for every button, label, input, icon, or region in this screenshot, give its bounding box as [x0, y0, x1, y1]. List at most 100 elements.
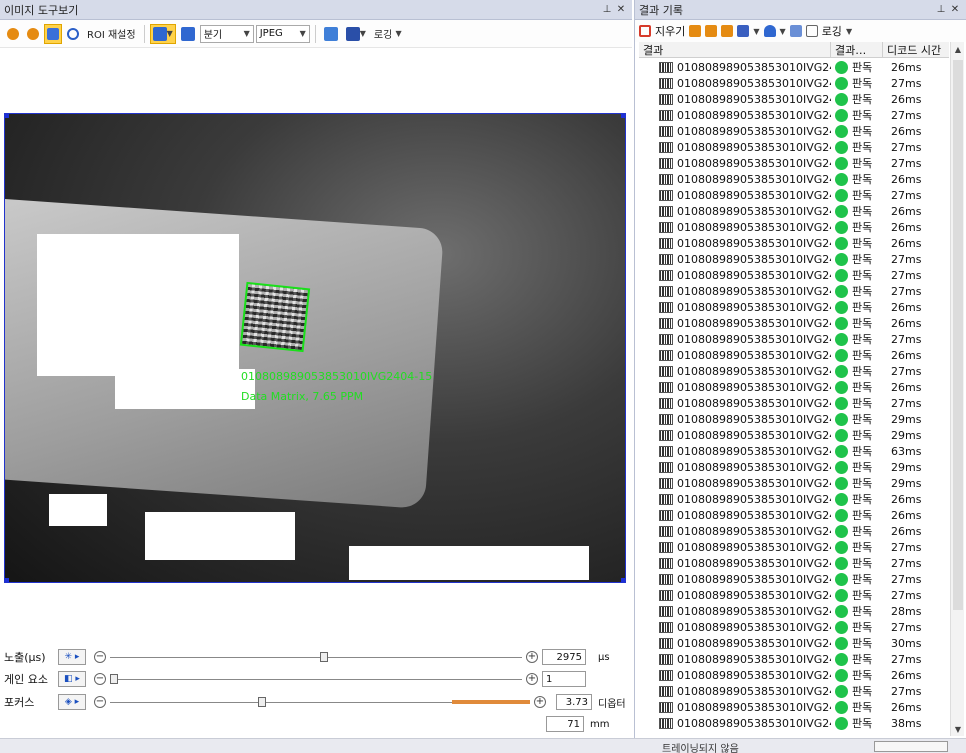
copy-icon[interactable]: [721, 25, 734, 37]
table-row[interactable]: 010808989053853010IVG24… 판독 38ms: [639, 715, 949, 731]
table-row[interactable]: 010808989053853010IVG24… 판독 27ms: [639, 619, 949, 635]
table-row[interactable]: 010808989053853010IVG24… 판독 27ms: [639, 283, 949, 299]
gain-auto-button[interactable]: ◧ ▸: [58, 671, 86, 687]
log-icon[interactable]: [805, 25, 818, 37]
slider-thumb[interactable]: [110, 674, 118, 684]
table-row[interactable]: 010808989053853010IVG24… 판독 26ms: [639, 219, 949, 235]
roi-handle[interactable]: [621, 578, 625, 582]
roi-handle[interactable]: [5, 114, 9, 118]
close-icon[interactable]: ✕: [614, 4, 628, 15]
exposure-slider[interactable]: [110, 651, 522, 663]
table-row[interactable]: 010808989053853010IVG24… 판독 30ms: [639, 635, 949, 651]
slider-thumb[interactable]: [320, 652, 329, 662]
focus-auto-button[interactable]: ◈ ▸: [58, 694, 86, 710]
column-header-decode-time[interactable]: 디코드 시간: [883, 42, 949, 57]
slider-thumb[interactable]: [258, 697, 267, 707]
table-row[interactable]: 010808989053853010IVG24… 판독 27ms: [639, 267, 949, 283]
table-row[interactable]: 010808989053853010IVG24… 판독 26ms: [639, 315, 949, 331]
table-row[interactable]: 010808989053853010IVG24… 판독 26ms: [639, 507, 949, 523]
table-row[interactable]: 010808989053853010IVG24… 판독 26ms: [639, 123, 949, 139]
copy-image-button[interactable]: [321, 24, 341, 44]
pin-icon[interactable]: ⊥: [600, 4, 614, 15]
split-select[interactable]: 분기 ▼: [199, 24, 254, 43]
table-row[interactable]: 010808989053853010IVG24… 판독 26ms: [639, 491, 949, 507]
increase-icon[interactable]: +: [534, 696, 546, 708]
table-row[interactable]: 010808989053853010IVG24… 판독 27ms: [639, 331, 949, 347]
camera-image-view[interactable]: 010808989053853010IVG2404-15 Data Matrix…: [4, 113, 626, 583]
image-mode-button[interactable]: ▼: [149, 23, 176, 44]
focus-slider[interactable]: [110, 696, 530, 708]
table-row[interactable]: 010808989053853010IVG24… 판독 26ms: [639, 379, 949, 395]
logging-button[interactable]: 로깅 ▼: [371, 24, 405, 44]
exposure-auto-button[interactable]: ✳ ▸: [58, 649, 86, 665]
focus-distance-field[interactable]: 71: [546, 716, 584, 732]
mute-icon[interactable]: [789, 25, 802, 37]
table-row[interactable]: 010808989053853010IVG24… 판독 27ms: [639, 363, 949, 379]
table-row[interactable]: 010808989053853010IVG24… 판독 26ms: [639, 667, 949, 683]
table-row[interactable]: 010808989053853010IVG24… 판독 26ms: [639, 203, 949, 219]
table-row[interactable]: 010808989053853010IVG24… 판독 26ms: [639, 699, 949, 715]
decrease-icon[interactable]: −: [94, 651, 106, 663]
table-row[interactable]: 010808989053853010IVG24… 판독 29ms: [639, 475, 949, 491]
table-row[interactable]: 010808989053853010IVG24… 판독 63ms: [639, 443, 949, 459]
table-row[interactable]: 010808989053853010IVG24… 판독 28ms: [639, 603, 949, 619]
table-row[interactable]: 010808989053853010IVG24… 판독 27ms: [639, 571, 949, 587]
table-row[interactable]: 010808989053853010IVG24… 판독 27ms: [639, 187, 949, 203]
increase-icon[interactable]: +: [526, 673, 538, 685]
exposure-value-field[interactable]: 2975: [542, 649, 586, 665]
pan-button[interactable]: [44, 23, 62, 44]
table-row[interactable]: 010808989053853010IVG24… 판독 27ms: [639, 75, 949, 91]
pause-icon[interactable]: [689, 25, 702, 37]
table-row[interactable]: 010808989053853010IVG24… 판독 27ms: [639, 395, 949, 411]
document-icon[interactable]: [705, 25, 718, 37]
save-image-button[interactable]: ▼: [343, 24, 369, 44]
table-row[interactable]: 010808989053853010IVG24… 판독 27ms: [639, 251, 949, 267]
close-icon[interactable]: ✕: [948, 4, 962, 15]
table-row[interactable]: 010808989053853010IVG24… 판독 29ms: [639, 411, 949, 427]
decrease-icon[interactable]: −: [94, 696, 106, 708]
table-row[interactable]: 010808989053853010IVG24… 판독 26ms: [639, 171, 949, 187]
table-row[interactable]: 010808989053853010IVG24… 판독 29ms: [639, 459, 949, 475]
focus-diopter-field[interactable]: 3.73: [556, 694, 592, 710]
column-header-result[interactable]: 결과: [639, 42, 831, 57]
scroll-down-icon[interactable]: ▼: [951, 722, 965, 736]
format-select[interactable]: JPEG ▼: [255, 24, 310, 43]
table-row[interactable]: 010808989053853010IVG24… 판독 27ms: [639, 139, 949, 155]
gain-value-field[interactable]: 1: [542, 671, 586, 687]
table-row[interactable]: 010808989053853010IVG24… 판독 26ms: [639, 59, 949, 75]
roi-reset-button[interactable]: ROI 재설정: [84, 24, 139, 44]
table-row[interactable]: 010808989053853010IVG24… 판독 27ms: [639, 539, 949, 555]
decrease-icon[interactable]: −: [94, 673, 106, 685]
logging-button[interactable]: 로깅: [822, 23, 842, 39]
table-row[interactable]: 010808989053853010IVG24… 판독 26ms: [639, 299, 949, 315]
table-row[interactable]: 010808989053853010IVG24… 판독 27ms: [639, 683, 949, 699]
scroll-up-icon[interactable]: ▲: [951, 42, 965, 56]
chevron-down-icon[interactable]: ▼: [780, 27, 786, 36]
table-row[interactable]: 010808989053853010IVG24… 판독 27ms: [639, 107, 949, 123]
table-row[interactable]: 010808989053853010IVG24… 판독 26ms: [639, 347, 949, 363]
gain-slider[interactable]: [110, 673, 522, 685]
chevron-down-icon[interactable]: ▼: [753, 27, 759, 36]
pin-icon[interactable]: ⊥: [934, 4, 948, 15]
calibrate-button[interactable]: [178, 24, 198, 44]
scrollbar-thumb[interactable]: [953, 60, 963, 610]
table-row[interactable]: 010808989053853010IVG24… 판독 27ms: [639, 555, 949, 571]
table-row[interactable]: 010808989053853010IVG24… 판독 26ms: [639, 91, 949, 107]
table-row[interactable]: 010808989053853010IVG24… 판독 27ms: [639, 651, 949, 667]
table-row[interactable]: 010808989053853010IVG24… 판독 29ms: [639, 427, 949, 443]
clear-button[interactable]: 지우기: [655, 23, 685, 39]
center-button[interactable]: [64, 24, 82, 44]
clear-icon[interactable]: [639, 25, 651, 37]
zoom-in-button[interactable]: [4, 24, 22, 44]
zoom-out-button[interactable]: [24, 24, 42, 44]
table-row[interactable]: 010808989053853010IVG24… 판독 26ms: [639, 235, 949, 251]
columns-icon[interactable]: [737, 25, 750, 37]
table-row[interactable]: 010808989053853010IVG24… 판독 26ms: [639, 523, 949, 539]
table-row[interactable]: 010808989053853010IVG24… 판독 27ms: [639, 155, 949, 171]
filter-icon[interactable]: [763, 25, 776, 37]
table-row[interactable]: 010808989053853010IVG24… 판독 27ms: [639, 587, 949, 603]
result-scrollbar[interactable]: ▲ ▼: [950, 42, 964, 736]
chevron-down-icon[interactable]: ▼: [846, 27, 852, 36]
roi-handle[interactable]: [5, 578, 9, 582]
increase-icon[interactable]: +: [526, 651, 538, 663]
